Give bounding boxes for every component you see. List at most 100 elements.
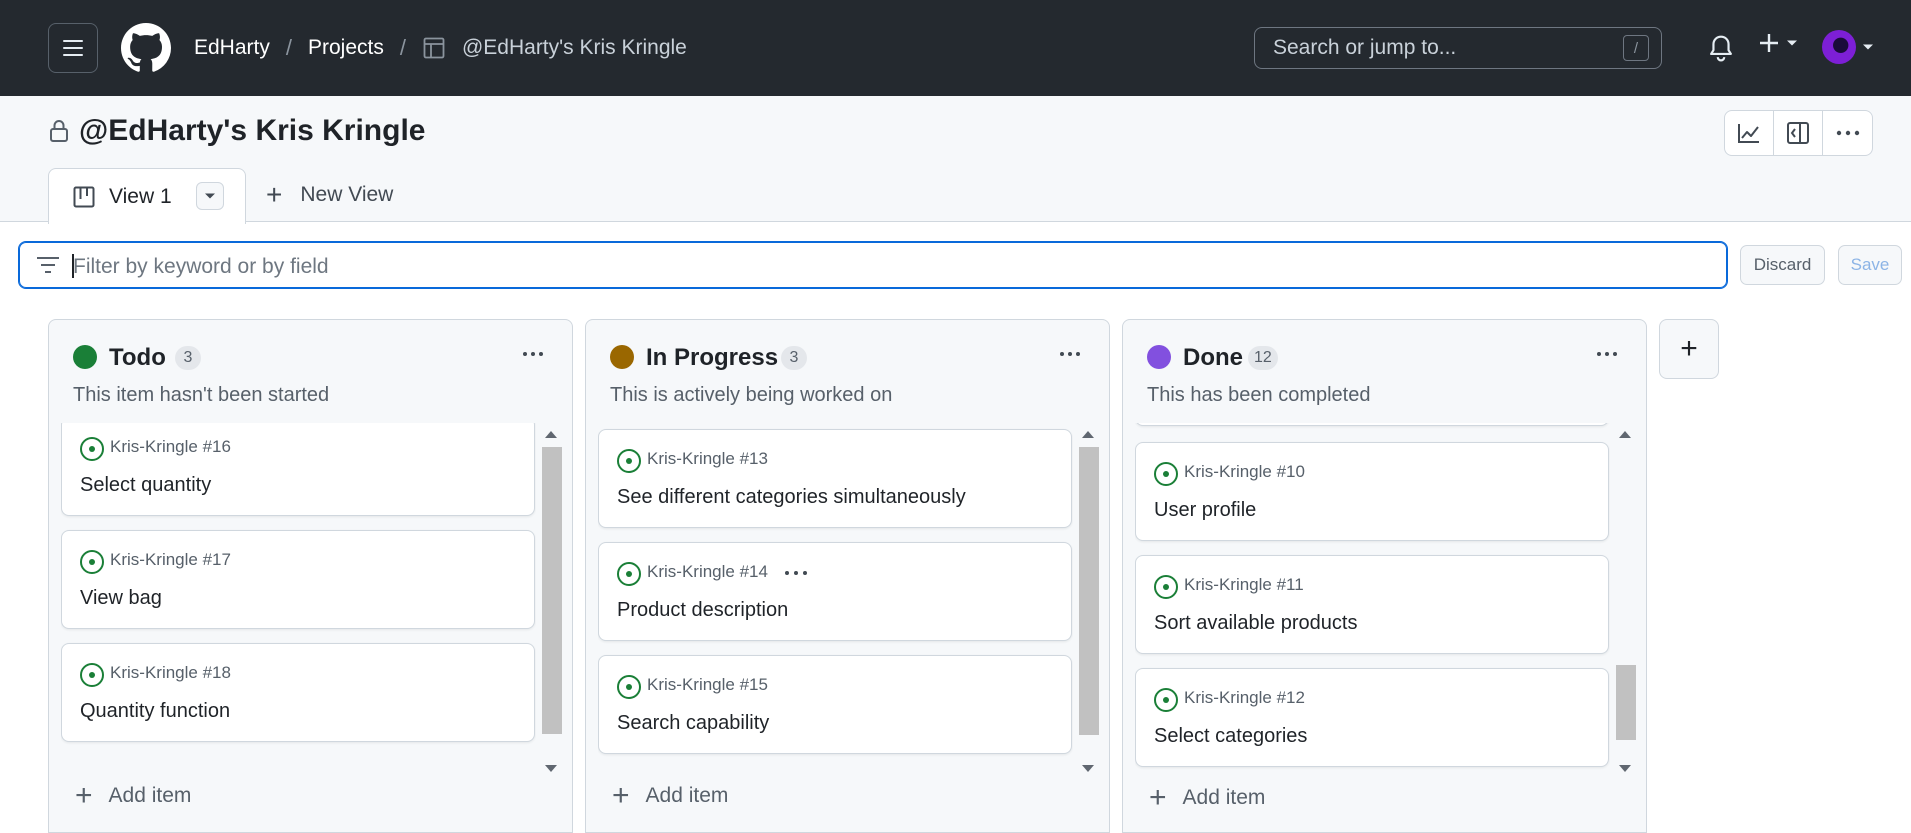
issue-title[interactable]: Select quantity — [80, 474, 211, 497]
discard-button[interactable]: Discard — [1740, 245, 1825, 285]
scroll-down-arrow-icon[interactable] — [1619, 765, 1631, 772]
user-menu-button[interactable] — [1822, 30, 1874, 64]
issue-title[interactable]: User profile — [1154, 499, 1256, 522]
breadcrumb-projects[interactable]: Projects — [308, 36, 384, 60]
issue-open-icon — [617, 675, 641, 699]
issue-title[interactable]: View bag — [80, 587, 162, 610]
global-header: EdHarty / Projects / @EdHarty's Kris Kri… — [0, 0, 1911, 96]
hamburger-line — [63, 40, 83, 42]
card-list: Kris-Kringle #13 See different categorie… — [598, 423, 1073, 778]
filter-input[interactable]: Filter by keyword or by field — [18, 241, 1728, 289]
issue-reference[interactable]: Kris-Kringle #12 — [1184, 688, 1305, 708]
scrollbar-thumb[interactable] — [1079, 447, 1099, 735]
page-title: @EdHarty's Kris Kringle — [79, 114, 426, 147]
table-icon — [423, 37, 445, 59]
issue-reference[interactable]: Kris-Kringle #11 — [1184, 575, 1304, 595]
project-toolbar — [1724, 110, 1873, 156]
add-item-button[interactable]: + Add item — [1149, 783, 1265, 813]
issue-reference[interactable]: Kris-Kringle #14 — [647, 562, 768, 582]
issue-title[interactable]: See different categories simultaneously — [617, 486, 966, 509]
scroll-up-arrow-icon[interactable] — [1082, 431, 1094, 438]
issue-reference[interactable]: Kris-Kringle #16 — [110, 437, 231, 457]
issue-card[interactable]: Kris-Kringle #16 Select quantity — [61, 423, 535, 516]
board-column-todo: Todo 3 This item hasn't been started Kri… — [48, 319, 573, 833]
add-item-button[interactable]: + Add item — [612, 779, 728, 812]
column-menu-button[interactable] — [1055, 344, 1085, 364]
card-list: Kris-Kringle #10 User profile Kris-Kring… — [1135, 423, 1610, 778]
scroll-down-arrow-icon[interactable] — [1082, 765, 1094, 772]
bell-icon[interactable] — [1708, 34, 1734, 62]
issue-card[interactable]: Kris-Kringle #12 Select categories — [1135, 668, 1609, 767]
add-column-button[interactable]: + — [1659, 319, 1719, 379]
tab-view-1[interactable]: View 1 — [48, 168, 246, 224]
scroll-up-arrow-icon[interactable] — [545, 431, 557, 438]
save-button[interactable]: Save — [1838, 245, 1902, 285]
scroll-up-arrow-icon[interactable] — [1619, 431, 1631, 438]
card-menu-button[interactable] — [785, 571, 807, 575]
status-dot-icon — [73, 345, 97, 369]
scrollbar[interactable] — [1615, 425, 1637, 778]
breadcrumb-separator: / — [285, 35, 292, 60]
sidebar-expand-icon — [1787, 122, 1809, 144]
chevron-down-icon — [1863, 44, 1873, 50]
issue-card[interactable]: Kris-Kringle #11 Sort available products — [1135, 555, 1609, 654]
view-options-button[interactable] — [196, 182, 224, 210]
create-new-button[interactable] — [1758, 32, 1798, 54]
add-item-button[interactable]: + Add item — [75, 781, 191, 811]
plus-icon — [1760, 34, 1778, 52]
scrollbar-thumb[interactable] — [1616, 665, 1636, 740]
issue-title[interactable]: Select categories — [1154, 725, 1307, 748]
column-description: This item hasn't been started — [73, 384, 330, 406]
issue-title[interactable]: Quantity function — [80, 700, 230, 723]
side-panel-button[interactable] — [1774, 111, 1823, 155]
issue-open-icon — [80, 437, 104, 461]
plus-icon: + — [1680, 332, 1698, 365]
issue-card[interactable]: Kris-Kringle #13 See different categorie… — [598, 429, 1072, 528]
issue-reference[interactable]: Kris-Kringle #15 — [647, 675, 768, 695]
breadcrumb-owner[interactable]: EdHarty — [194, 36, 270, 60]
column-description: This is actively being worked on — [610, 384, 893, 406]
project-menu-button[interactable] — [1823, 111, 1872, 155]
card-list: Kris-Kringle #16 Select quantity Kris-Kr… — [61, 423, 536, 778]
scrollbar[interactable] — [541, 425, 563, 778]
breadcrumb-project[interactable]: @EdHarty's Kris Kringle — [462, 36, 687, 60]
issue-card-partial[interactable] — [1135, 423, 1609, 426]
issue-title[interactable]: Search capability — [617, 712, 769, 735]
column-menu-button[interactable] — [518, 344, 548, 364]
issue-card[interactable]: Kris-Kringle #14 Product description — [598, 542, 1072, 641]
scrollbar-thumb[interactable] — [542, 447, 562, 734]
search-input[interactable]: Search or jump to... / — [1254, 27, 1662, 69]
column-menu-button[interactable] — [1592, 344, 1622, 364]
hamburger-line — [63, 47, 83, 49]
breadcrumb: EdHarty / Projects / @EdHarty's Kris Kri… — [194, 0, 687, 96]
scrollbar[interactable] — [1078, 425, 1100, 778]
menu-button[interactable] — [48, 23, 98, 73]
issue-reference[interactable]: Kris-Kringle #13 — [647, 449, 768, 469]
issue-card[interactable]: Kris-Kringle #18 Quantity function — [61, 643, 535, 742]
column-title: Todo — [109, 344, 166, 371]
issue-title[interactable]: Product description — [617, 599, 788, 622]
issue-open-icon — [1154, 462, 1178, 486]
search-placeholder: Search or jump to... — [1273, 36, 1457, 59]
new-view-button[interactable]: + New View — [266, 181, 393, 209]
issue-card[interactable]: Kris-Kringle #17 View bag — [61, 530, 535, 629]
tab-label: View 1 — [109, 185, 172, 208]
issue-title[interactable]: Sort available products — [1154, 612, 1357, 635]
kebab-horizontal-icon — [1836, 130, 1859, 136]
issue-open-icon — [1154, 575, 1178, 599]
board-column-in-progress: In Progress 3 This is actively being wor… — [585, 319, 1110, 833]
plus-icon: + — [612, 779, 630, 812]
filter-icon — [37, 257, 59, 273]
issue-reference[interactable]: Kris-Kringle #18 — [110, 663, 231, 683]
issue-reference[interactable]: Kris-Kringle #10 — [1184, 462, 1305, 482]
count-badge: 12 — [1248, 346, 1278, 370]
issue-card[interactable]: Kris-Kringle #10 User profile — [1135, 442, 1609, 541]
github-logo-icon[interactable] — [121, 23, 171, 73]
issue-card[interactable]: Kris-Kringle #15 Search capability — [598, 655, 1072, 754]
insights-button[interactable] — [1725, 111, 1774, 155]
issue-open-icon — [617, 449, 641, 473]
chevron-down-icon — [1787, 40, 1797, 46]
status-dot-icon — [610, 345, 634, 369]
scroll-down-arrow-icon[interactable] — [545, 765, 557, 772]
issue-reference[interactable]: Kris-Kringle #17 — [110, 550, 231, 570]
